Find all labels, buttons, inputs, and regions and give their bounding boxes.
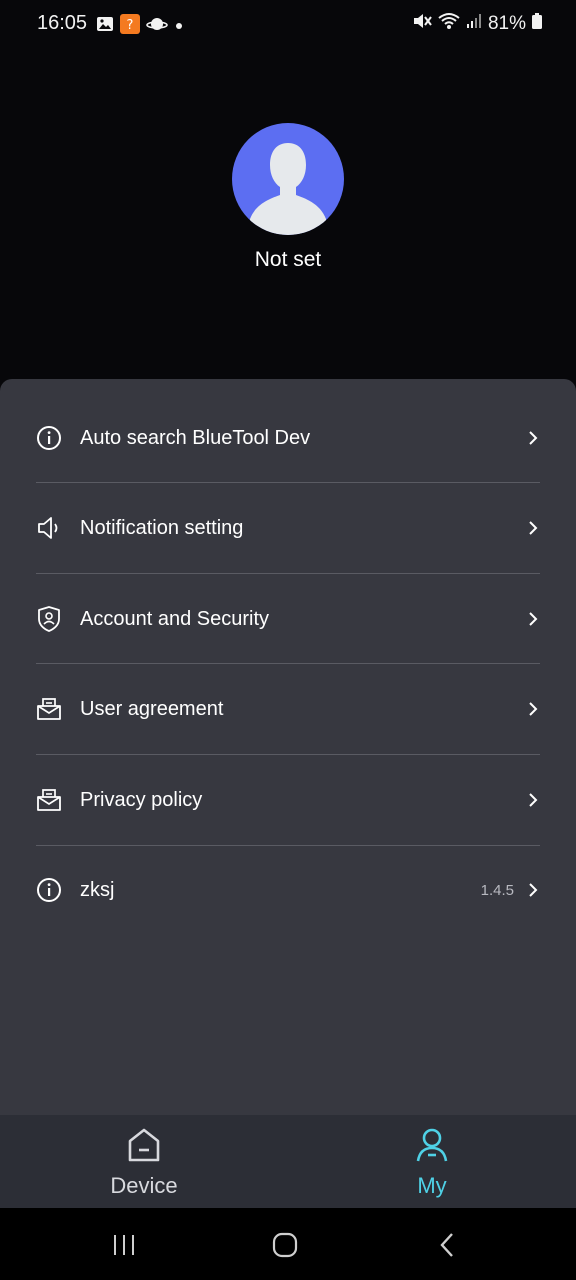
menu-item-user-agreement[interactable]: User agreement (36, 664, 540, 754)
info-icon (36, 425, 62, 451)
tab-label: Device (110, 1173, 178, 1198)
recent-apps-icon[interactable] (104, 1230, 144, 1260)
tab-label: My (417, 1173, 447, 1198)
profile-header: Not set (0, 48, 576, 378)
profile-name[interactable]: Not set (0, 248, 576, 272)
planet-icon (146, 15, 168, 38)
battery-percent: 81% (487, 12, 526, 34)
dot-icon (174, 18, 184, 36)
menu-item-account-security[interactable]: Account and Security (36, 574, 540, 664)
chevron-right-icon (526, 701, 540, 717)
info-icon (36, 877, 62, 903)
menu-item-label: User agreement (80, 697, 224, 720)
home-icon (125, 1125, 163, 1165)
tab-my[interactable]: My (288, 1115, 576, 1208)
avatar[interactable] (232, 123, 344, 235)
battery-icon (532, 13, 542, 34)
svg-text:?: ? (127, 18, 134, 33)
menu-item-notification-setting[interactable]: Notification setting (36, 483, 540, 573)
menu-item-label: Notification setting (80, 516, 244, 539)
user-icon (413, 1125, 451, 1165)
menu-item-privacy-policy[interactable]: Privacy policy (36, 755, 540, 845)
back-icon[interactable] (427, 1230, 467, 1260)
speaker-icon (36, 515, 62, 541)
system-status: 81% (412, 12, 542, 35)
bottom-nav: Device My (0, 1115, 576, 1208)
chevron-right-icon (526, 611, 540, 627)
menu-item-version[interactable]: zksj 1.4.5 (36, 845, 540, 935)
status-bar: 16:05 ? 81% (0, 0, 576, 48)
menu-item-label: Auto search BlueTool Dev (80, 426, 311, 449)
chevron-right-icon (526, 430, 540, 446)
tab-device[interactable]: Device (0, 1115, 288, 1208)
menu-item-label: zksj (80, 878, 115, 901)
system-nav-bar (0, 1208, 576, 1280)
wifi-icon (438, 12, 460, 35)
mute-icon (412, 12, 432, 35)
home-button-icon[interactable] (265, 1230, 305, 1260)
default-user-icon (250, 143, 326, 235)
chevron-right-icon (526, 520, 540, 536)
shield-user-icon (36, 606, 62, 632)
chevron-right-icon (526, 882, 540, 898)
mail-doc-icon (36, 787, 62, 813)
gallery-icon (96, 16, 114, 37)
menu-item-label: Account and Security (80, 607, 269, 630)
settings-panel: Auto search BlueTool Dev Notification se… (0, 379, 576, 1115)
status-time: 16:05 (37, 12, 88, 34)
chevron-right-icon (526, 792, 540, 808)
app-notification-icon: ? (120, 14, 140, 39)
mail-doc-icon (36, 696, 62, 722)
app-version: 1.4.5 (480, 881, 514, 899)
notification-icons: ? (96, 14, 184, 39)
menu-item-label: Privacy policy (80, 788, 203, 811)
signal-icon (466, 13, 482, 34)
menu-item-auto-search[interactable]: Auto search BlueTool Dev (36, 393, 540, 483)
